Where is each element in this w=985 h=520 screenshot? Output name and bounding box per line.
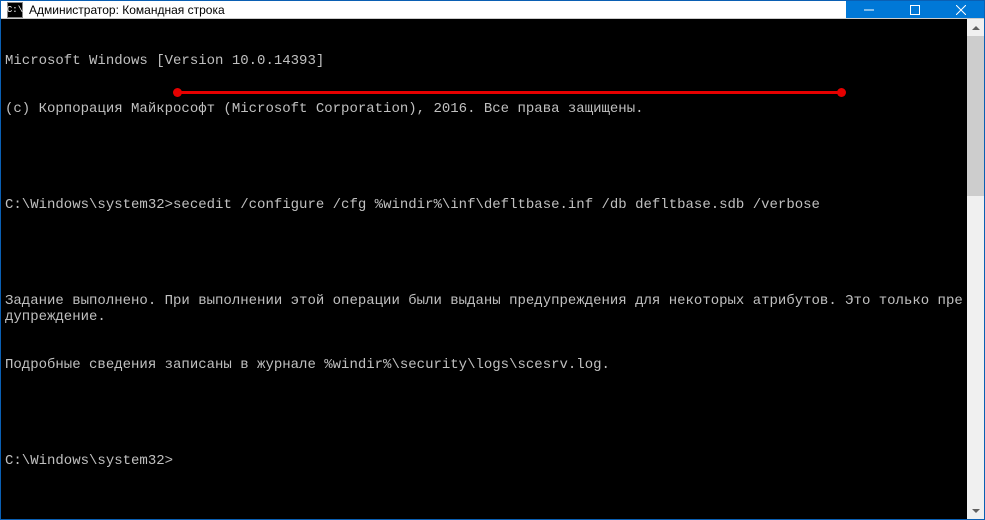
output-line-1: Задание выполнено. При выполнении этой о… <box>5 293 963 325</box>
close-icon <box>956 5 966 15</box>
copyright-line: (c) Корпорация Майкрософт (Microsoft Cor… <box>5 101 963 117</box>
terminal-output[interactable]: Microsoft Windows [Version 10.0.14393] (… <box>1 19 967 519</box>
scroll-down-button[interactable] <box>967 502 984 519</box>
chevron-down-icon <box>972 509 980 513</box>
maximize-icon <box>910 5 920 15</box>
scrollbar-track[interactable] <box>967 36 984 502</box>
command-line-2: C:\Windows\system32> <box>5 453 963 469</box>
prompt: C:\Windows\system32> <box>5 453 173 469</box>
red-underline-annotation <box>177 91 842 94</box>
version-line: Microsoft Windows [Version 10.0.14393] <box>5 53 963 69</box>
blank-line <box>5 149 963 165</box>
close-button[interactable] <box>938 1 984 18</box>
window-controls <box>846 1 984 18</box>
chevron-up-icon <box>972 26 980 30</box>
vertical-scrollbar[interactable] <box>967 19 984 519</box>
command-prompt-window: C:\ Администратор: Командная строка Micr… <box>0 0 985 520</box>
minimize-icon <box>864 5 874 15</box>
scrollbar-thumb[interactable] <box>967 36 984 196</box>
content-area: Microsoft Windows [Version 10.0.14393] (… <box>1 19 984 519</box>
maximize-button[interactable] <box>892 1 938 18</box>
cmd-icon: C:\ <box>7 2 23 18</box>
blank-line <box>5 245 963 261</box>
scroll-up-button[interactable] <box>967 19 984 36</box>
output-line-2: Подробные сведения записаны в журнале %w… <box>5 357 963 373</box>
prompt: C:\Windows\system32> <box>5 197 173 213</box>
minimize-button[interactable] <box>846 1 892 18</box>
command-line-1: C:\Windows\system32>secedit /configure /… <box>5 197 963 213</box>
window-title: Администратор: Командная строка <box>29 3 846 17</box>
command-text: secedit /configure /cfg %windir%\inf\def… <box>173 197 820 213</box>
titlebar[interactable]: C:\ Администратор: Командная строка <box>1 1 984 19</box>
blank-line <box>5 405 963 421</box>
